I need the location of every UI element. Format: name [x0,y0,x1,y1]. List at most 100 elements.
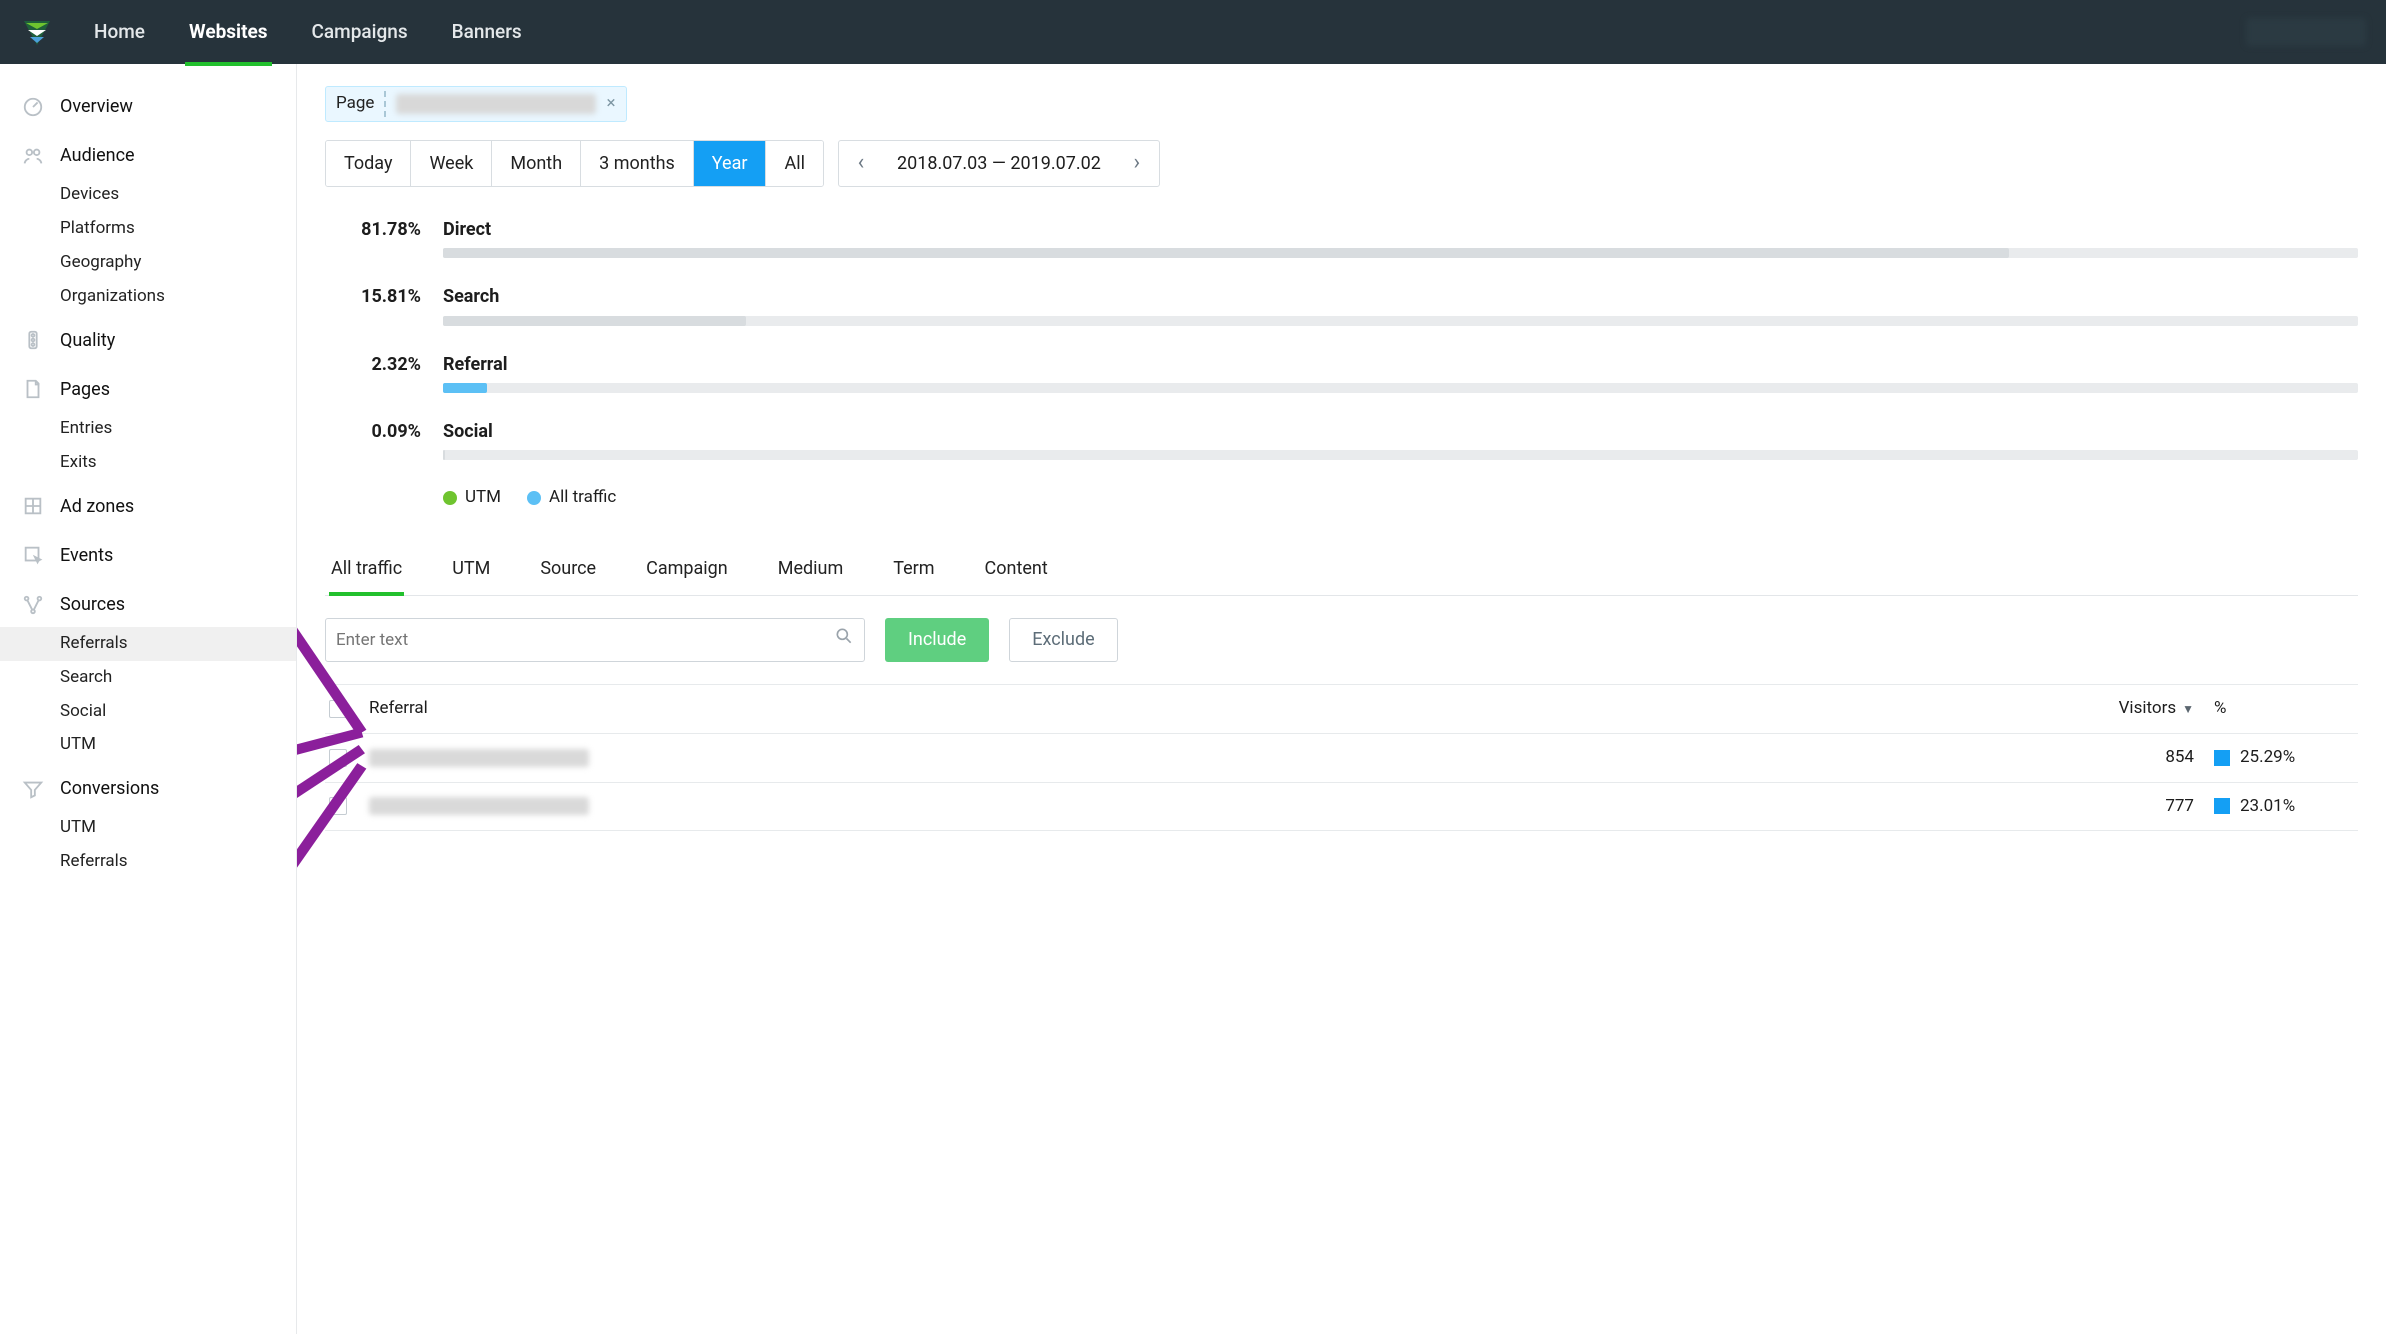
legend-label: All traffic [549,486,616,510]
branch-icon [22,594,44,616]
col-visitors-label: Visitors [2119,698,2177,718]
cell-percent: 25.29% [2214,746,2354,770]
sidebar-label: Conversions [60,776,159,801]
sidebar-sub-utm[interactable]: UTM [0,728,296,762]
date-picker[interactable]: ‹ 2018.07.03 — 2019.07.02 › [838,140,1160,187]
traffic-pct: 15.81% [335,284,421,309]
traffic-bar [443,316,2358,326]
pct-swatch-icon [2214,798,2230,814]
grid-icon [22,495,44,517]
sidebar-label: Sources [60,592,125,617]
sidebar-item-adzones[interactable]: Ad zones [0,484,296,529]
traffic-bar [443,248,2358,258]
tab-medium[interactable]: Medium [776,544,846,595]
traffic-pct: 81.78% [335,217,421,242]
range-3months[interactable]: 3 months [581,141,694,186]
sidebar: Overview Audience Devices Platforms Geog… [0,64,297,1334]
page-icon [22,378,44,400]
sidebar-item-overview[interactable]: Overview [0,84,296,129]
legend-utm: UTM [443,486,501,510]
row-checkbox[interactable] [329,797,347,815]
table-row[interactable]: 77723.01% [325,783,2358,832]
user-menu[interactable] [2246,18,2366,46]
legend-label: UTM [465,486,501,510]
tab-campaign[interactable]: Campaign [644,544,730,595]
tab-source[interactable]: Source [538,544,598,595]
sidebar-sub-entries[interactable]: Entries [0,412,296,446]
col-referral[interactable]: Referral [369,697,2074,721]
traffic-pct: 2.32% [335,352,421,377]
sidebar-label: Quality [60,328,115,353]
sidebar-label: Overview [60,94,133,119]
exclude-button[interactable]: Exclude [1009,618,1117,662]
range-all[interactable]: All [766,141,823,186]
sidebar-item-sources[interactable]: Sources [0,582,296,627]
sidebar-sub-social[interactable]: Social [0,695,296,729]
table-row[interactable]: 85425.29% [325,734,2358,783]
pct-swatch-icon [2214,750,2230,766]
traffic-bar [443,450,2358,460]
sidebar-label: Pages [60,377,110,402]
tab-content[interactable]: Content [983,544,1050,595]
sidebar-sub-platforms[interactable]: Platforms [0,212,296,246]
chart-legend: UTM All traffic [335,486,2358,510]
row-checkbox[interactable] [329,749,347,767]
range-today[interactable]: Today [326,141,411,186]
sidebar-sub-devices[interactable]: Devices [0,178,296,212]
col-percent[interactable]: % [2214,697,2354,721]
tab-utm[interactable]: UTM [450,544,492,595]
sidebar-sub-search[interactable]: Search [0,661,296,695]
sort-desc-icon: ▼ [2182,702,2194,716]
sidebar-item-conversions[interactable]: Conversions [0,766,296,811]
nav-campaigns[interactable]: Campaigns [308,0,412,65]
filter-input[interactable] [336,630,834,650]
table-filter-row: Include Exclude [325,618,2358,662]
prev-range-button[interactable]: ‹ [839,148,883,179]
traffic-tabs: All traffic UTM Source Campaign Medium T… [325,544,2358,596]
date-range-bar: Today Week Month 3 months Year All ‹ 201… [325,140,2358,187]
include-button[interactable]: Include [885,618,989,662]
traffic-row: 0.09% Social [335,419,2358,460]
search-icon [834,626,854,654]
main-content: Page × Today Week Month 3 months Year Al… [297,64,2386,1334]
select-all-checkbox[interactable] [329,700,347,718]
sidebar-sub-conv-utm[interactable]: UTM [0,811,296,845]
cell-percent: 23.01% [2214,795,2354,819]
legend-all-traffic: All traffic [527,486,616,510]
sidebar-sub-organizations[interactable]: Organizations [0,280,296,314]
traffic-name: Direct [443,217,2358,242]
nav-websites[interactable]: Websites [185,0,272,65]
nav-home[interactable]: Home [90,0,149,65]
sidebar-sub-exits[interactable]: Exits [0,446,296,480]
traffic-row: 2.32%Referral [335,352,2358,393]
sidebar-item-quality[interactable]: Quality [0,318,296,363]
users-icon [22,145,44,167]
traffic-name: Social [443,419,2358,444]
range-segments: Today Week Month 3 months Year All [325,140,824,187]
traffic-bar [443,383,2358,393]
sidebar-sub-referrals[interactable]: Referrals [0,627,296,661]
tab-term[interactable]: Term [891,544,936,595]
sidebar-sub-conv-referrals[interactable]: Referrals [0,845,296,879]
sidebar-item-audience[interactable]: Audience [0,133,296,178]
range-week[interactable]: Week [411,141,492,186]
range-month[interactable]: Month [492,141,581,186]
close-icon[interactable]: × [606,92,615,116]
dot-icon [527,491,541,505]
traffic-pct: 0.09% [335,419,421,444]
dot-icon [443,491,457,505]
nav-banners[interactable]: Banners [448,0,526,65]
sidebar-item-pages[interactable]: Pages [0,367,296,412]
cell-visitors: 854 [2074,746,2214,770]
funnel-icon [22,778,44,800]
next-range-button[interactable]: › [1115,148,1159,179]
sidebar-sub-geography[interactable]: Geography [0,246,296,280]
range-year[interactable]: Year [694,141,767,186]
sidebar-item-events[interactable]: Events [0,533,296,578]
page-filter-chip[interactable]: Page × [325,86,627,122]
top-nav: Home Websites Campaigns Banners [0,0,2386,64]
traffic-light-icon [22,329,44,351]
tab-all-traffic[interactable]: All traffic [329,544,404,595]
filter-search-box[interactable] [325,618,865,662]
col-visitors[interactable]: Visitors ▼ [2074,697,2214,721]
